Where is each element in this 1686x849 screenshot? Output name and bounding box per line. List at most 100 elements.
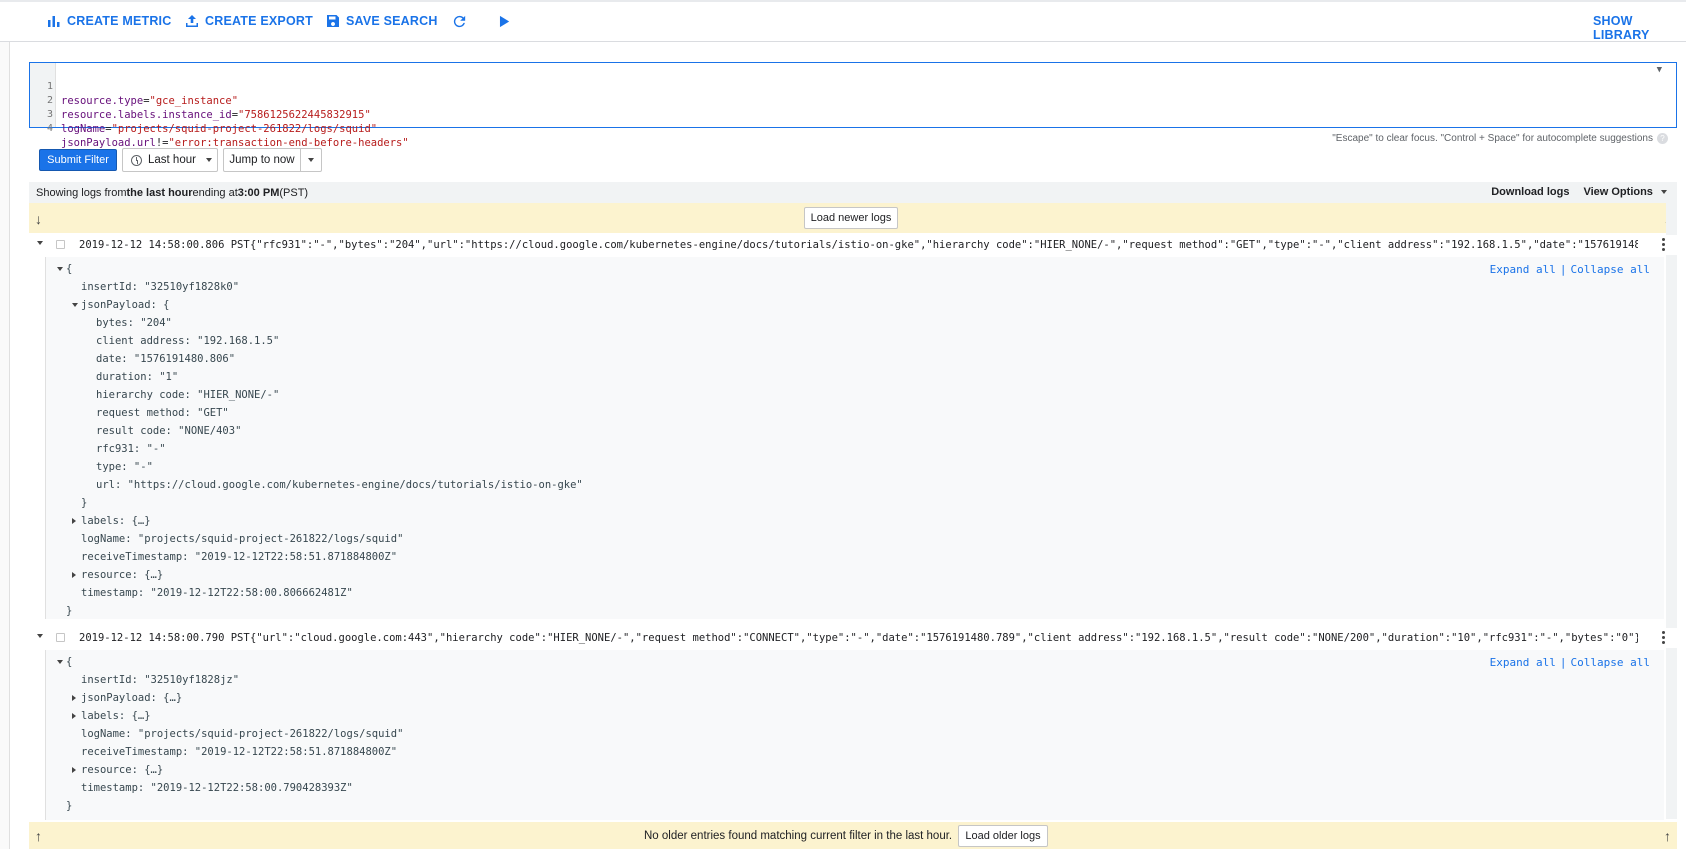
json-tree-line[interactable]: resource: {…} [81, 568, 163, 582]
play-icon[interactable] [495, 13, 512, 35]
expand-all-link[interactable]: Expand all [1490, 263, 1556, 276]
jump-to-now-button[interactable]: Jump to now [223, 148, 322, 172]
arrow-up-icon[interactable]: ↑ [35, 828, 42, 844]
collapse-all-link[interactable]: Collapse all [1571, 656, 1650, 669]
time-range-label: Last hour [148, 154, 196, 166]
load-older-bar: ↑ No older entries found matching curren… [29, 822, 1677, 849]
save-icon [327, 15, 339, 27]
log-entry-header[interactable]: 2019-12-12 14:58:00.806 PST {"rfc931":"-… [29, 235, 1677, 255]
refresh-icon[interactable] [451, 13, 468, 35]
filter-key: resource.type [61, 95, 144, 107]
severity-icon [56, 240, 65, 249]
jump-menu-toggle[interactable] [301, 158, 321, 162]
expanded-caret-icon[interactable] [57, 267, 63, 271]
log-status-bar: Showing logs from the last hour ending a… [29, 182, 1677, 203]
filter-key: logName [61, 123, 106, 135]
create-export-label: CREATE EXPORT [205, 14, 313, 28]
expand-all-link[interactable]: Expand all [1490, 656, 1556, 669]
show-library-label: SHOW LIBRARY [1593, 14, 1650, 42]
json-tree-line: hierarchy code: "HIER_NONE/-" [96, 389, 280, 401]
json-tree-line[interactable]: labels: {…} [81, 709, 151, 723]
json-tree-line[interactable]: jsonPayload: {…} [81, 691, 182, 705]
json-tree-line[interactable]: resource: {…} [81, 763, 163, 777]
arrow-up-icon[interactable]: ↑ [1664, 828, 1671, 844]
show-library-button[interactable]: SHOW LIBRARY [1593, 14, 1686, 42]
json-tree-line: type: "-" [96, 461, 153, 473]
editor-hint: "Escape" to clear focus. "Control + Spac… [1332, 133, 1668, 144]
create-metric-button[interactable]: CREATE METRIC [47, 14, 171, 28]
json-tree-line: receiveTimestamp: "2019-12-12T22:58:51.8… [81, 746, 398, 758]
load-newer-button[interactable]: Load newer logs [804, 207, 898, 229]
filter-line: 3 logName="projects/squid-project-261822… [30, 94, 377, 135]
scrollbar-track[interactable] [1666, 203, 1677, 819]
collapse-caret-icon[interactable] [37, 634, 43, 638]
json-tree-line: insertId: "32510yf1828jz" [81, 674, 240, 686]
json-tree-line: url: "https://cloud.google.com/kubernete… [96, 479, 583, 491]
view-options-label: View Options [1583, 186, 1653, 198]
json-tree-line[interactable]: labels: {…} [81, 514, 151, 528]
load-older-label: Load older logs [965, 830, 1041, 842]
json-tree-line: client address: "192.168.1.5" [96, 335, 280, 347]
collapsed-caret-icon[interactable] [72, 713, 76, 719]
collapsed-caret-icon[interactable] [72, 695, 76, 701]
download-logs-button[interactable]: Download logs [1491, 186, 1569, 198]
log-timestamp: 2019-12-12 14:58:00.806 PST [79, 239, 250, 251]
json-tree-line[interactable]: { [66, 262, 72, 276]
chevron-down-icon [1661, 190, 1667, 195]
collapse-all-link[interactable]: Collapse all [1571, 263, 1650, 276]
bar-chart-icon [48, 16, 60, 27]
more-vert-icon[interactable] [1662, 631, 1665, 644]
create-export-button[interactable]: CREATE EXPORT [185, 14, 313, 28]
filter-editor[interactable]: 1 resource.type="gce_instance" 2 resourc… [29, 62, 1677, 149]
json-tree-line: insertId: "32510yf1828k0" [81, 281, 240, 293]
jump-to-now-label: Jump to now [224, 149, 301, 171]
log-entry-header[interactable]: 2019-12-12 14:58:00.790 PST {"url":"clou… [29, 628, 1677, 648]
json-tree-line: bytes: "204" [96, 317, 172, 329]
json-tree-line: date: "1576191480.806" [96, 353, 236, 365]
help-icon[interactable]: ? [1657, 133, 1668, 144]
submit-filter-button[interactable]: Submit Filter [39, 149, 117, 171]
filter-value: "7586125622445832915" [238, 109, 371, 121]
create-metric-label: CREATE METRIC [67, 14, 172, 28]
expanded-caret-icon[interactable] [57, 660, 63, 664]
status-middle: ending at [192, 186, 238, 199]
time-range-select[interactable]: Last hour [122, 148, 218, 172]
collapsed-caret-icon[interactable] [72, 518, 76, 524]
submit-filter-label: Submit Filter [47, 154, 109, 166]
filter-value: "projects/squid-project-261822/logs/squi… [111, 123, 378, 135]
json-tree-line: } [81, 497, 88, 509]
collapsed-caret-icon[interactable] [72, 767, 76, 773]
editor-dropdown-icon[interactable]: ▼ [1657, 65, 1662, 75]
upload-icon [186, 15, 198, 27]
json-tree-line[interactable]: jsonPayload: { [81, 298, 170, 312]
save-search-button[interactable]: SAVE SEARCH [326, 14, 438, 28]
json-tree-line: } [66, 605, 73, 617]
status-range: the last hour [126, 186, 193, 199]
json-tree-line: timestamp: "2019-12-12T22:58:00.79042839… [81, 782, 353, 794]
json-tree-line: timestamp: "2019-12-12T22:58:00.80666248… [81, 587, 353, 599]
json-tree-line[interactable]: { [66, 655, 72, 669]
status-prefix: Showing logs from [36, 186, 127, 199]
filter-key: resource.labels.instance_id [61, 109, 232, 121]
view-options-button[interactable]: View Options [1583, 186, 1667, 198]
collapsed-caret-icon[interactable] [72, 572, 76, 578]
json-tree-line: result code: "NONE/403" [96, 425, 242, 437]
json-tree-line: request method: "GET" [96, 407, 229, 419]
more-vert-icon[interactable] [1662, 238, 1665, 251]
line-number: 4 [46, 123, 53, 134]
severity-icon [56, 633, 65, 642]
toolbar: CREATE METRIC CREATE EXPORT SAVE SEARCH … [0, 0, 1686, 42]
log-entry-body: Expand all | Collapse all {insertId: "3251… [45, 257, 1664, 619]
clock-icon [131, 154, 142, 166]
load-older-button[interactable]: Load older logs [958, 825, 1048, 847]
expanded-caret-icon[interactable] [72, 303, 78, 307]
expand-collapse-links: Expand all | Collapse all [1489, 656, 1650, 669]
save-search-label: SAVE SEARCH [346, 14, 438, 28]
filter-line: 4 jsonPayload.url!="error:transaction-en… [30, 108, 409, 149]
arrow-down-icon[interactable]: ↓ [35, 211, 42, 227]
filter-line: 1 resource.type="gce_instance" [30, 66, 238, 107]
json-tree-line: receiveTimestamp: "2019-12-12T22:58:51.8… [81, 551, 398, 563]
log-entry-body: Expand all | Collapse all { insertId: "3251… [45, 650, 1664, 820]
chevron-down-icon [308, 158, 314, 162]
collapse-caret-icon[interactable] [37, 241, 43, 245]
